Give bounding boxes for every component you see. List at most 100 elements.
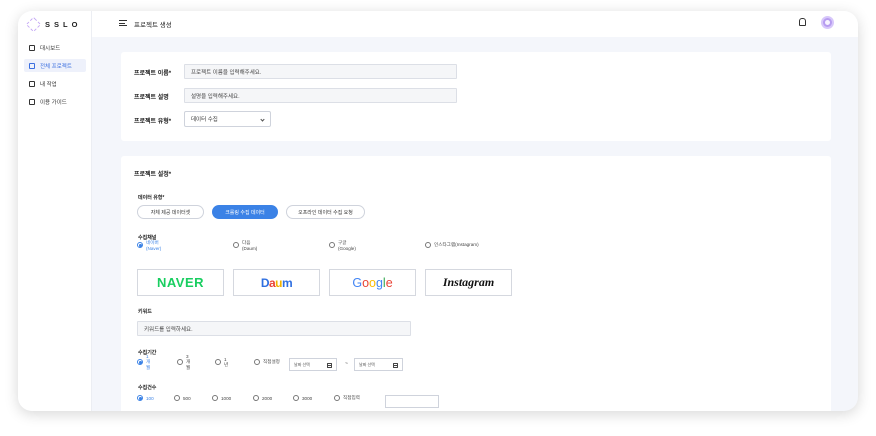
count-2000-label: 2000 bbox=[262, 395, 273, 401]
radio-icon bbox=[174, 395, 180, 401]
period-1month-label: 1개월 bbox=[146, 353, 151, 370]
sidebar-nav: 대시보드 전체 프로젝트 내 작업 이용 가이드 bbox=[24, 41, 86, 113]
data-type-label: 데이터 유형* bbox=[138, 195, 165, 201]
radio-icon bbox=[253, 395, 259, 401]
settings-title: 프로젝트 설정* bbox=[134, 172, 172, 178]
radio-selected-icon bbox=[137, 359, 143, 365]
period-custom-radio[interactable]: 직접설정 bbox=[254, 359, 290, 365]
channel-google-radio[interactable]: 구글(Google) bbox=[329, 240, 356, 251]
page-title: 프로젝트 생성 bbox=[134, 22, 172, 29]
count-3000-radio[interactable]: 3000 bbox=[293, 395, 312, 401]
count-3000-label: 3000 bbox=[302, 395, 313, 401]
naver-logo-card[interactable]: NAVER bbox=[137, 269, 224, 296]
period-3month-radio[interactable]: 3개월 bbox=[177, 354, 190, 371]
end-date-placeholder: 날짜 선택 bbox=[359, 361, 375, 367]
project-description-label: 프로젝트 설명 bbox=[134, 95, 169, 101]
channel-instagram-label: 인스타그램(Instagram) bbox=[434, 242, 479, 247]
custom-count-input[interactable] bbox=[385, 395, 439, 408]
dashboard-icon bbox=[29, 44, 35, 51]
data-type-self-dataset[interactable]: 자체 제공 데이터셋 bbox=[137, 205, 204, 219]
sidebar-item-label: 전체 프로젝트 bbox=[40, 63, 72, 70]
radio-selected-icon bbox=[137, 242, 143, 248]
count-label: 수집건수 bbox=[138, 385, 157, 391]
project-name-placeholder: 프로젝트 이름을 입력해주세요. bbox=[191, 69, 262, 76]
count-custom-radio[interactable]: 직접입력 bbox=[334, 395, 374, 401]
project-type-value: 데이터 수집 bbox=[191, 117, 218, 123]
channel-instagram-radio[interactable]: 인스타그램(Instagram) bbox=[425, 242, 505, 248]
calendar-icon bbox=[327, 362, 332, 368]
sidebar: SSLO 대시보드 전체 프로젝트 내 작업 이용 가이드 bbox=[18, 11, 92, 411]
sidebar-item-dashboard[interactable]: 대시보드 bbox=[24, 41, 86, 54]
sidebar-item-label: 대시보드 bbox=[40, 45, 61, 52]
radio-icon bbox=[215, 359, 221, 365]
app-window: SSLO 대시보드 전체 프로젝트 내 작업 이용 가이드 프로젝트 생성 프로… bbox=[18, 11, 858, 411]
channel-naver-radio[interactable]: 네이버(Naver) bbox=[137, 240, 161, 251]
app-logo[interactable]: SSLO bbox=[25, 16, 82, 33]
channel-daum-label: 다음(Daum) bbox=[242, 239, 258, 251]
channel-daum-radio[interactable]: 다음(Daum) bbox=[233, 240, 257, 251]
daum-logo-card[interactable]: Daum bbox=[233, 269, 320, 296]
daum-logo: Daum bbox=[260, 275, 293, 290]
project-description-placeholder: 설명을 입력해주세요. bbox=[191, 93, 240, 100]
project-settings-card: 프로젝트 설정* 데이터 유형* 자체 제공 데이터셋 크롤링 수집 데이터 오… bbox=[121, 156, 831, 411]
avatar[interactable] bbox=[821, 16, 834, 29]
sidebar-item-all-projects[interactable]: 전체 프로젝트 bbox=[24, 59, 86, 72]
radio-selected-icon bbox=[137, 395, 143, 401]
sidebar-item-my-tasks[interactable]: 내 작업 bbox=[24, 77, 86, 90]
keyword-label: 키워드 bbox=[138, 309, 152, 315]
menu-icon[interactable] bbox=[119, 20, 127, 26]
period-1month-radio[interactable]: 1개월 bbox=[137, 354, 150, 371]
top-bar: 프로젝트 생성 bbox=[92, 11, 858, 37]
google-logo-card[interactable]: Google bbox=[329, 269, 416, 296]
logo-text: SSLO bbox=[45, 20, 82, 29]
google-logo: Google bbox=[352, 275, 393, 290]
notification-bell-icon[interactable] bbox=[799, 18, 806, 26]
project-basic-card: 프로젝트 이름* 프로젝트 이름을 입력해주세요. 프로젝트 설명 설명을 입력… bbox=[121, 52, 831, 141]
radio-icon bbox=[329, 242, 335, 248]
channel-google-label: 구글(Google) bbox=[338, 239, 356, 251]
count-500-radio[interactable]: 500 bbox=[174, 395, 191, 401]
logo-mark-icon bbox=[25, 16, 42, 33]
guide-icon bbox=[29, 98, 35, 105]
count-100-radio[interactable]: 100 bbox=[137, 395, 154, 401]
radio-icon bbox=[293, 395, 299, 401]
channel-naver-label: 네이버(Naver) bbox=[146, 239, 162, 251]
sidebar-item-label: 내 작업 bbox=[40, 81, 57, 88]
radio-icon bbox=[334, 395, 340, 401]
period-custom-label: 직접설정 bbox=[263, 359, 280, 364]
radio-icon bbox=[177, 359, 183, 365]
instagram-logo: Instagram bbox=[442, 275, 495, 289]
project-type-select[interactable]: 데이터 수집 bbox=[184, 111, 271, 127]
radio-icon bbox=[212, 395, 218, 401]
start-date-placeholder: 날짜 선택 bbox=[294, 361, 310, 367]
naver-logo: NAVER bbox=[156, 275, 205, 290]
period-3month-label: 3개월 bbox=[186, 353, 191, 370]
count-1000-label: 1000 bbox=[221, 395, 232, 401]
keyword-input[interactable]: 키워드를 입력하세요. bbox=[137, 321, 411, 336]
project-name-label: 프로젝트 이름* bbox=[134, 71, 172, 77]
chevron-down-icon bbox=[260, 117, 265, 122]
instagram-logo-card[interactable]: Instagram bbox=[425, 269, 512, 296]
radio-icon bbox=[425, 242, 431, 248]
radio-icon bbox=[233, 242, 239, 248]
project-description-input[interactable]: 설명을 입력해주세요. bbox=[184, 88, 457, 103]
count-2000-radio[interactable]: 2000 bbox=[253, 395, 272, 401]
count-custom-label: 직접입력 bbox=[343, 395, 360, 400]
count-500-label: 500 bbox=[183, 395, 191, 401]
date-separator: ~ bbox=[345, 361, 348, 367]
count-100-label: 100 bbox=[146, 395, 154, 401]
start-date-picker[interactable]: 날짜 선택 bbox=[289, 358, 337, 371]
data-type-crawling[interactable]: 크롤링 수집 데이터 bbox=[212, 205, 278, 219]
data-type-offline-request[interactable]: 오프라인 데이터 수집 요청 bbox=[286, 205, 365, 219]
period-1year-label: 1년 bbox=[224, 356, 229, 367]
keyword-placeholder: 키워드를 입력하세요. bbox=[144, 326, 193, 333]
radio-icon bbox=[254, 359, 260, 365]
project-name-input[interactable]: 프로젝트 이름을 입력해주세요. bbox=[184, 64, 457, 79]
end-date-picker[interactable]: 날짜 선택 bbox=[354, 358, 403, 371]
count-1000-radio[interactable]: 1000 bbox=[212, 395, 231, 401]
period-1year-radio[interactable]: 1년 bbox=[215, 357, 228, 368]
sidebar-item-label: 이용 가이드 bbox=[40, 99, 67, 106]
calendar-icon bbox=[393, 362, 398, 368]
sidebar-item-guide[interactable]: 이용 가이드 bbox=[24, 95, 86, 108]
briefcase-icon bbox=[29, 80, 35, 87]
